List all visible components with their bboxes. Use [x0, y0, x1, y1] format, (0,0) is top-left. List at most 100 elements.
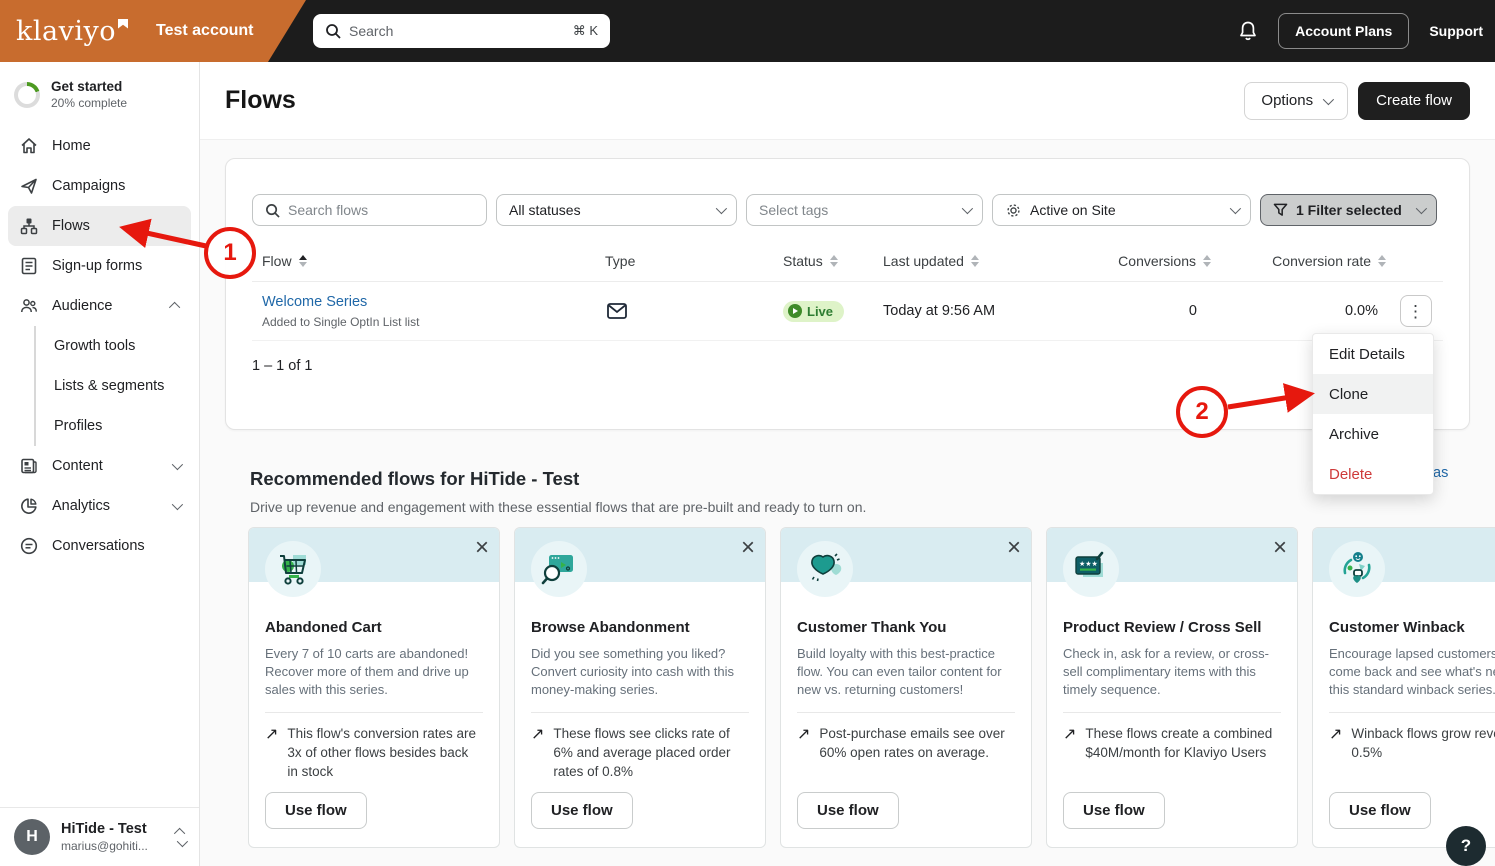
- account-plans-button[interactable]: Account Plans: [1278, 13, 1409, 49]
- account-switcher[interactable]: H HiTide - Test marius@gohiti...: [0, 807, 199, 866]
- flow-card-abandoned-cart: × Abandoned Cart Every 7 of 10 carts are…: [248, 527, 500, 848]
- card-stat: ↗ These flows create a combined $40M/mon…: [1063, 725, 1281, 763]
- card-title: Browse Abandonment: [531, 619, 749, 636]
- sort-icon: [1378, 255, 1386, 267]
- klaviyo-logo[interactable]: klaviyo: [16, 16, 128, 47]
- notifications-button[interactable]: [1238, 20, 1258, 42]
- column-header-last-updated[interactable]: Last updated: [871, 253, 1091, 269]
- card-description: Encourage lapsed customers to come back …: [1329, 645, 1495, 699]
- sidebar-item-content[interactable]: Content: [8, 446, 191, 486]
- column-header-flow[interactable]: Flow: [252, 253, 595, 269]
- sort-icon: [830, 255, 838, 267]
- sidebar-item-label: Conversations: [52, 538, 145, 554]
- flow-name-link[interactable]: Welcome Series: [262, 294, 367, 310]
- sidebar-nav: Home Flows Campaigns Flows Sign-up forms…: [0, 126, 199, 566]
- use-flow-button[interactable]: Use flow: [1063, 792, 1165, 829]
- trend-up-icon: ↗: [1329, 725, 1342, 763]
- column-header-status[interactable]: Status: [771, 253, 871, 269]
- heart-icon: [797, 541, 853, 597]
- metric-dropdown[interactable]: Active on Site: [992, 194, 1251, 226]
- help-button[interactable]: ?: [1446, 826, 1486, 866]
- use-flow-button[interactable]: Use flow: [531, 792, 633, 829]
- recommended-subtitle: Drive up revenue and engagement with the…: [250, 499, 866, 515]
- sidebar-item-audience[interactable]: Audience: [8, 286, 191, 326]
- sidebar-item-label: Flows: [52, 218, 90, 234]
- sidebar-item-label: Analytics: [52, 498, 110, 514]
- sidebar-item-analytics[interactable]: Analytics: [8, 486, 191, 526]
- card-stat: ↗ Post-purchase emails see over 60% open…: [797, 725, 1015, 763]
- search-flows-box[interactable]: [252, 194, 487, 226]
- card-body: Customer Thank You Build loyalty with th…: [781, 582, 1031, 763]
- card-stat: ↗ These flows see clicks rate of 6% and …: [531, 725, 749, 782]
- bell-icon: [1238, 20, 1258, 42]
- search-icon: [265, 203, 280, 218]
- create-flow-button[interactable]: Create flow: [1358, 82, 1470, 120]
- sidebar-item-lists-segments[interactable]: Lists & segments: [36, 366, 191, 406]
- flow-icon: [19, 216, 39, 236]
- divider: [797, 712, 1015, 713]
- column-label: Last updated: [883, 253, 964, 269]
- live-play-icon: [788, 304, 802, 318]
- column-header-conversions[interactable]: Conversions: [1091, 253, 1211, 269]
- use-flow-button[interactable]: Use flow: [797, 792, 899, 829]
- sidebar-item-signup-forms[interactable]: Sign-up forms: [8, 246, 191, 286]
- card-description: Check in, ask for a review, or cross-sel…: [1063, 645, 1281, 699]
- column-label: Conversions: [1118, 253, 1196, 269]
- sidebar-item-profiles[interactable]: Profiles: [36, 406, 191, 446]
- use-flow-button[interactable]: Use flow: [265, 792, 367, 829]
- menu-item-edit-details[interactable]: Edit Details: [1313, 334, 1433, 374]
- status-dropdown[interactable]: All statuses: [496, 194, 737, 226]
- card-stat: ↗ This flow's conversion rates are 3x of…: [265, 725, 483, 782]
- status-label: Live: [807, 304, 833, 319]
- account-name-label: Test account: [156, 22, 254, 40]
- sidebar-item-growth-tools[interactable]: Growth tools: [36, 326, 191, 366]
- sort-icon: [299, 255, 307, 267]
- support-link[interactable]: Support: [1429, 23, 1483, 39]
- menu-item-delete[interactable]: Delete: [1313, 454, 1433, 494]
- sidebar-item-label: Content: [52, 458, 103, 474]
- row-kebab-menu-button[interactable]: ⋮: [1400, 295, 1432, 327]
- sidebar-item-campaigns[interactable]: Flows Campaigns: [8, 166, 191, 206]
- column-header-conversion-rate[interactable]: Conversion rate: [1211, 253, 1386, 269]
- trend-up-icon: ↗: [797, 725, 810, 763]
- options-button[interactable]: Options: [1244, 82, 1348, 120]
- conversions-cell: 0: [1091, 303, 1211, 319]
- conversion-rate-value: 0.0%: [1345, 303, 1378, 319]
- flow-type-cell: [595, 303, 771, 319]
- search-flows-input[interactable]: [288, 202, 474, 218]
- filters-selected-button[interactable]: 1 Filter selected: [1260, 194, 1437, 226]
- status-badge: Live: [783, 301, 844, 322]
- close-icon[interactable]: ×: [475, 536, 489, 560]
- avatar: H: [14, 819, 50, 855]
- audience-subnav: Growth tools Lists & segments Profiles: [34, 326, 191, 446]
- use-flow-button[interactable]: Use flow: [1329, 792, 1431, 829]
- global-search-input[interactable]: [349, 23, 565, 39]
- close-icon[interactable]: ×: [741, 536, 755, 560]
- global-search[interactable]: ⌘ K: [313, 14, 610, 48]
- card-stat-text: Post-purchase emails see over 60% open r…: [819, 725, 1011, 763]
- email-icon: [607, 303, 627, 319]
- partial-link-text[interactable]: as: [1433, 465, 1448, 481]
- card-stat-text: These flows see clicks rate of 6% and av…: [553, 725, 745, 782]
- menu-item-clone[interactable]: Clone: [1313, 374, 1433, 414]
- topbar-right: Account Plans Support: [1238, 0, 1483, 62]
- flow-card-browse-abandonment: × Browse Abandonment Did you see somethi…: [514, 527, 766, 848]
- tags-dropdown[interactable]: Select tags: [746, 194, 983, 226]
- get-started-widget[interactable]: Get started 20% complete: [0, 62, 199, 126]
- send-icon: [19, 176, 39, 196]
- close-icon[interactable]: ×: [1273, 536, 1287, 560]
- filters-row: All statuses Select tags Active on Site …: [252, 194, 1443, 226]
- chevron-down-icon: [1230, 203, 1241, 214]
- sidebar-item-home[interactable]: Home: [8, 126, 191, 166]
- card-title: Product Review / Cross Sell: [1063, 619, 1281, 636]
- brand-area: klaviyo Test account: [0, 0, 306, 62]
- flow-card-customer-winback: × Customer Winback Encourage lapsed cust…: [1312, 527, 1495, 848]
- card-title: Abandoned Cart: [265, 619, 483, 636]
- sidebar-item-conversations[interactable]: Conversations: [8, 526, 191, 566]
- conversions-value: 0: [1189, 303, 1197, 319]
- sidebar: Get started 20% complete Home Flows Camp…: [0, 62, 200, 866]
- sidebar-item-flows[interactable]: Flows: [8, 206, 191, 246]
- close-icon[interactable]: ×: [1007, 536, 1021, 560]
- menu-item-archive[interactable]: Archive: [1313, 414, 1433, 454]
- divider: [265, 712, 483, 713]
